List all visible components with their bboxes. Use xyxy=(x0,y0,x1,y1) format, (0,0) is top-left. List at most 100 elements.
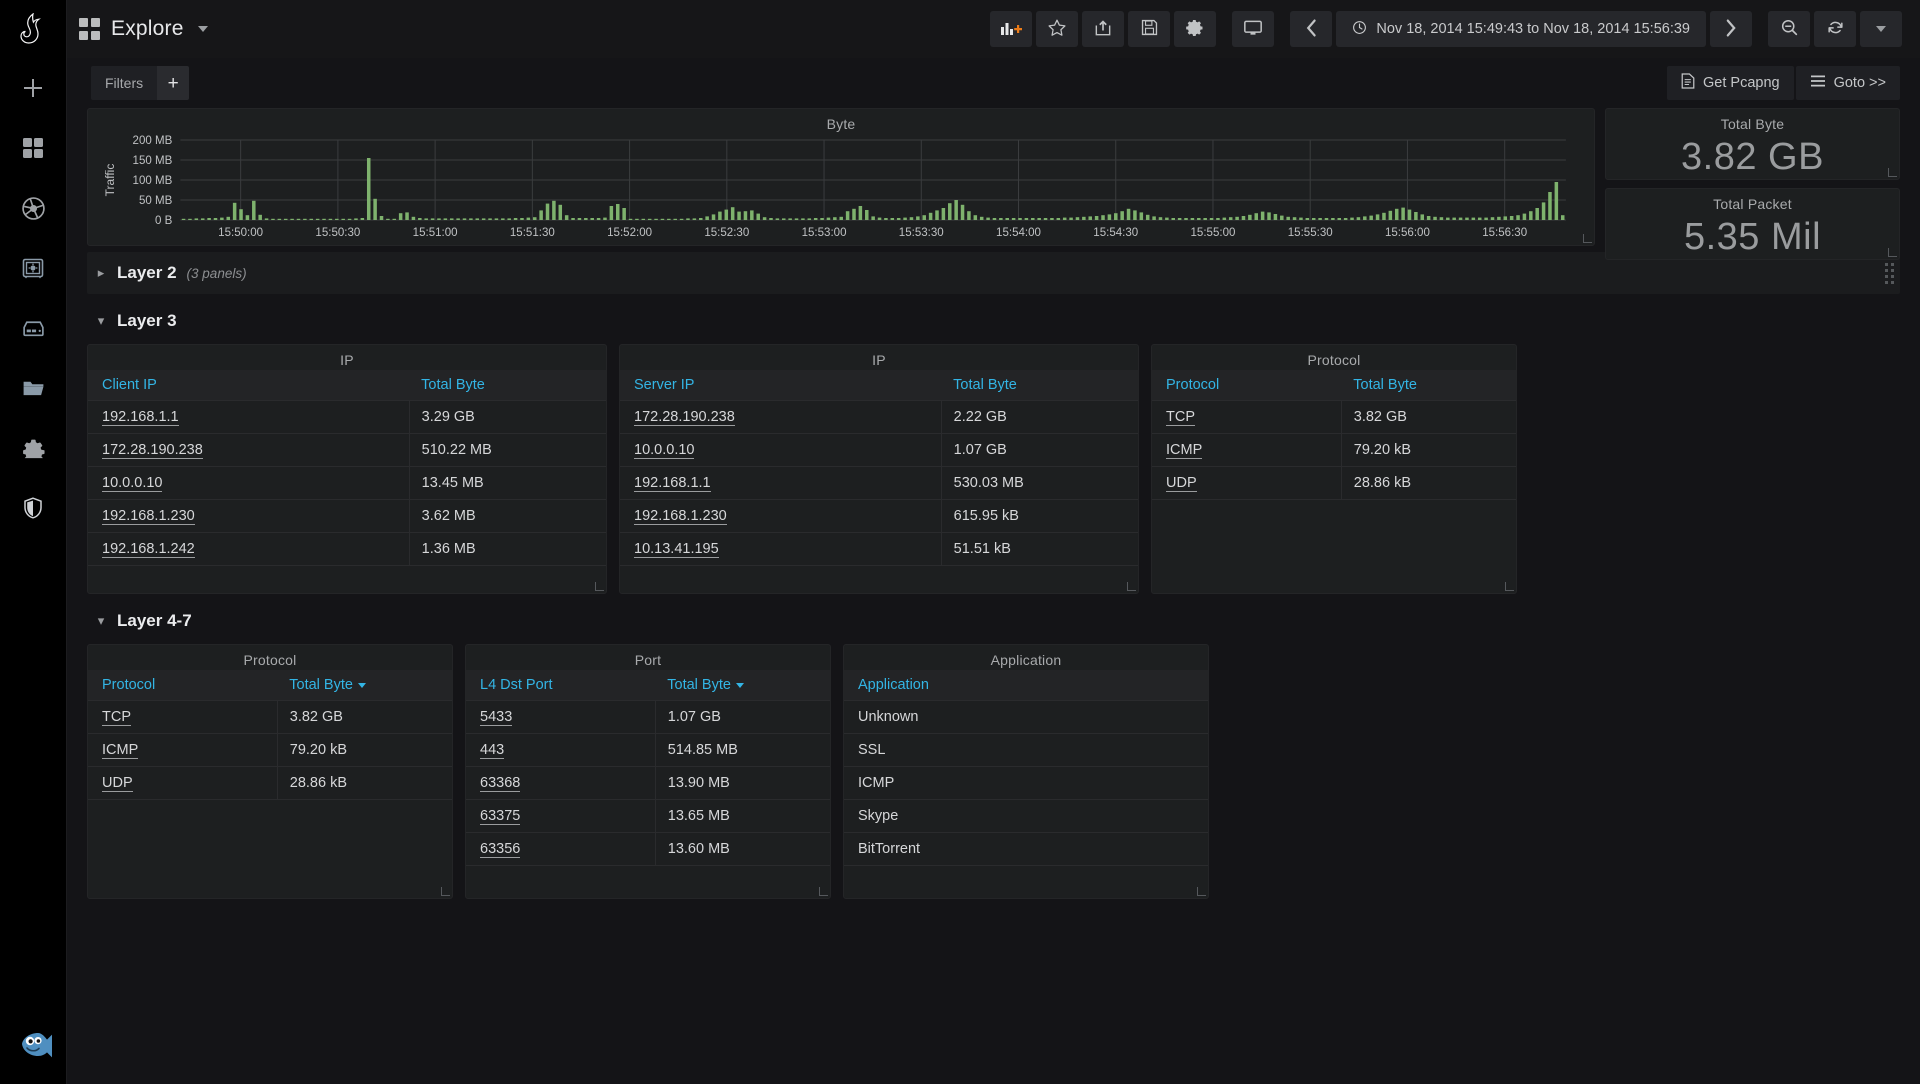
panel-resize-handle[interactable] xyxy=(1888,168,1897,177)
panel-resize-handle[interactable] xyxy=(441,887,450,896)
dashboards-grid-icon[interactable] xyxy=(79,18,101,40)
chart-bar xyxy=(437,218,441,220)
table-cell-link[interactable]: TCP xyxy=(1166,409,1195,426)
table-cell-link[interactable]: 192.168.1.230 xyxy=(102,508,195,525)
panel-resize-handle[interactable] xyxy=(819,887,828,896)
chart-bar xyxy=(641,218,646,220)
tv-mode-button[interactable] xyxy=(1232,11,1275,47)
column-header-protocol[interactable]: Protocol xyxy=(88,670,278,701)
table-row: 443 514.85 MB xyxy=(466,733,830,767)
column-header-client-ip[interactable]: Client IP xyxy=(88,370,410,401)
column-header-application[interactable]: Application xyxy=(844,670,1208,701)
sidebar-item-vault[interactable] xyxy=(0,238,67,298)
folder-icon xyxy=(21,376,46,401)
time-prev-button[interactable] xyxy=(1290,11,1333,47)
chart-bar xyxy=(322,218,326,220)
goto-button[interactable]: Goto >> xyxy=(1795,66,1900,100)
refresh-button[interactable] xyxy=(1814,11,1856,47)
sidebar-item-create-new[interactable] xyxy=(0,58,67,118)
chart-bar xyxy=(1350,217,1354,220)
server-icon xyxy=(21,316,46,341)
chart-bar xyxy=(686,218,690,220)
table-cell-link[interactable]: 10.0.0.10 xyxy=(634,442,695,459)
byte-bar-chart[interactable]: 0 B 50 MB 100 MB 150 MB 200 MB Traffic 15:50:0… xyxy=(88,134,1584,242)
column-header-l4-dst-port[interactable]: L4 Dst Port xyxy=(466,670,656,701)
table-cell-link[interactable]: 10.13.41.195 xyxy=(634,541,719,558)
panel-resize-handle[interactable] xyxy=(1583,234,1592,243)
refresh-interval-dropdown[interactable] xyxy=(1860,11,1902,47)
add-panel-button[interactable] xyxy=(990,11,1033,47)
panel-resize-handle[interactable] xyxy=(1888,248,1897,257)
column-header-total-byte-label: Total Byte xyxy=(667,677,731,693)
panel-resize-handle[interactable] xyxy=(1505,582,1514,591)
chart-bar xyxy=(398,213,403,220)
sidebar-item-settings[interactable] xyxy=(0,418,67,478)
table-cell-link[interactable]: 10.0.0.10 xyxy=(102,475,163,492)
sidebar xyxy=(0,0,67,1084)
table-cell-link[interactable]: 192.168.1.230 xyxy=(634,508,727,525)
table-cell-link[interactable]: ICMP xyxy=(102,742,139,759)
settings-button[interactable] xyxy=(1174,11,1217,47)
table-cell-link[interactable]: 192.168.1.1 xyxy=(102,409,179,426)
chart-bar xyxy=(1548,192,1552,220)
chart-bar xyxy=(839,216,843,220)
add-filter-button[interactable]: + xyxy=(157,66,190,100)
sidebar-item-dashboards[interactable] xyxy=(0,118,67,178)
table-cell-link[interactable]: TCP xyxy=(102,709,131,726)
get-pcapng-button[interactable]: Get Pcapng xyxy=(1667,66,1794,100)
table-cell-link[interactable]: 443 xyxy=(480,742,505,759)
section-header-layer-3[interactable]: ▾ Layer 3 xyxy=(87,300,1900,342)
chart-bar xyxy=(1318,218,1322,220)
table-cell-link[interactable]: UDP xyxy=(102,775,133,792)
mascot-button[interactable] xyxy=(0,1010,67,1084)
table-cell-link[interactable]: 172.28.190.238 xyxy=(102,442,203,459)
sidebar-item-servers[interactable] xyxy=(0,298,67,358)
column-header-total-byte[interactable]: Total Byte xyxy=(1341,370,1516,401)
panel-resize-handle[interactable] xyxy=(1127,582,1136,591)
table-cell-link[interactable]: 63375 xyxy=(480,808,521,825)
time-range-picker[interactable]: Nov 18, 2014 15:49:43 to Nov 18, 2014 15… xyxy=(1336,11,1706,47)
table-cell-link[interactable]: 172.28.190.238 xyxy=(634,409,735,426)
star-button[interactable] xyxy=(1036,11,1079,47)
panel-resize-handle[interactable] xyxy=(1197,887,1206,896)
column-header-protocol[interactable]: Protocol xyxy=(1152,370,1342,401)
table-cell-link[interactable]: 192.168.1.1 xyxy=(634,475,711,492)
table-cell-link[interactable]: 192.168.1.242 xyxy=(102,541,195,558)
save-button[interactable] xyxy=(1128,11,1171,47)
chart-bar xyxy=(571,218,575,220)
grafana-logo-icon[interactable] xyxy=(0,0,66,58)
chart-bar xyxy=(948,203,952,220)
byte-graph-area[interactable]: 0 B 50 MB 100 MB 150 MB 200 MB Traffic 15:50:0… xyxy=(88,134,1594,242)
time-next-button[interactable] xyxy=(1710,11,1752,47)
sort-desc-icon xyxy=(735,682,744,688)
table-cell-link[interactable]: UDP xyxy=(1166,475,1197,492)
table-cell-link[interactable]: 63356 xyxy=(480,841,521,858)
chart-bar xyxy=(967,211,971,220)
layer47-protocol-table-head: Protocol Total Byte xyxy=(88,670,452,701)
chevron-down-icon[interactable] xyxy=(197,26,208,32)
table-cell-link[interactable]: 63368 xyxy=(480,775,521,792)
stat-panel-column: Total Byte 3.82 GB Total Packet 5.35 Mil xyxy=(1605,108,1900,260)
share-button[interactable] xyxy=(1082,11,1125,47)
panel-resize-handle[interactable] xyxy=(595,582,604,591)
column-header-total-byte-sorted[interactable]: Total Byte xyxy=(655,670,830,701)
chart-bar xyxy=(1165,217,1169,220)
table-row: SSL xyxy=(844,733,1208,767)
column-header-server-ip[interactable]: Server IP xyxy=(620,370,942,401)
table-row: 10.0.0.10 1.07 GB xyxy=(620,433,1138,467)
column-header-total-byte[interactable]: Total Byte xyxy=(941,370,1138,401)
sidebar-item-security[interactable] xyxy=(0,478,67,538)
column-header-total-byte[interactable]: Total Byte xyxy=(409,370,606,401)
application-panel: Application Application Unknown SSL ICMP Sk… xyxy=(843,644,1209,899)
chart-bar xyxy=(354,218,358,220)
sidebar-item-folders[interactable] xyxy=(0,358,67,418)
section-header-layer-4-7[interactable]: ▾ Layer 4-7 xyxy=(87,600,1900,642)
chart-bar xyxy=(1299,217,1303,220)
table-cell-link[interactable]: 5433 xyxy=(480,709,513,726)
column-header-total-byte-sorted[interactable]: Total Byte xyxy=(277,670,452,701)
sidebar-item-explore[interactable] xyxy=(0,178,67,238)
table-cell-link[interactable]: ICMP xyxy=(1166,442,1203,459)
zoom-out-button[interactable] xyxy=(1768,11,1810,47)
row-drag-handle[interactable] xyxy=(1885,262,1894,284)
chart-bar xyxy=(1516,215,1520,220)
